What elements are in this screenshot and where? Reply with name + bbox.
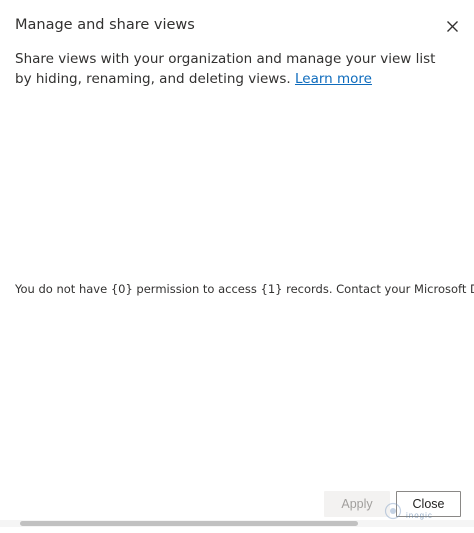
manage-share-views-dialog: Manage and share views Share views with … (0, 0, 474, 533)
apply-button[interactable]: Apply (324, 491, 390, 517)
learn-more-link[interactable]: Learn more (295, 71, 372, 87)
dialog-description: Share views with your organization and m… (15, 50, 455, 89)
watermark-text: inogic (406, 511, 433, 520)
permission-error-message: You do not have {0} permission to access… (15, 282, 474, 296)
close-icon (446, 20, 458, 32)
horizontal-scrollbar-thumb[interactable] (20, 521, 358, 526)
dialog-title: Manage and share views (15, 17, 195, 33)
description-text: Share views with your organization and m… (15, 51, 436, 87)
close-dialog-button[interactable] (441, 15, 463, 37)
